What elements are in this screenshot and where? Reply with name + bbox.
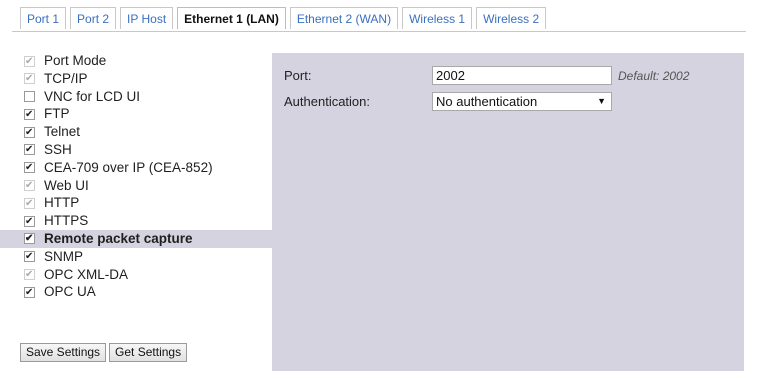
service-item-telnet[interactable]: Telnet bbox=[22, 123, 272, 141]
service-item-web-ui[interactable]: Web UI bbox=[22, 177, 272, 195]
tab-bar: Port 1 Port 2 IP Host Ethernet 1 (LAN) E… bbox=[20, 7, 547, 31]
service-item-port-mode[interactable]: Port Mode bbox=[22, 52, 272, 70]
settings-panel: Port: 2002 Default: 2002 Authentication:… bbox=[272, 53, 744, 371]
checkbox-icon[interactable] bbox=[24, 53, 35, 70]
save-settings-button[interactable]: Save Settings bbox=[20, 343, 107, 362]
port-default-hint: Default: 2002 bbox=[618, 69, 690, 83]
service-item-http[interactable]: HTTP bbox=[22, 194, 272, 213]
authentication-select[interactable]: No authentication ▼ bbox=[432, 92, 612, 111]
service-item-ftp[interactable]: FTP bbox=[22, 105, 272, 124]
port-input[interactable]: 2002 bbox=[432, 66, 612, 85]
dropdown-arrow-icon: ▼ bbox=[597, 96, 606, 106]
service-label: OPC UA bbox=[44, 284, 96, 300]
service-label: VNC for LCD UI bbox=[44, 88, 141, 104]
service-item-cea-709[interactable]: CEA-709 over IP (CEA-852) bbox=[22, 159, 272, 177]
button-row: Save Settings Get Settings bbox=[20, 343, 188, 362]
authentication-label: Authentication: bbox=[284, 94, 371, 109]
service-label: HTTP bbox=[44, 195, 80, 211]
service-label: Telnet bbox=[44, 124, 81, 140]
service-label: SSH bbox=[44, 141, 72, 157]
service-label: Web UI bbox=[44, 177, 89, 193]
tab-port-2[interactable]: Port 2 bbox=[70, 7, 117, 29]
tab-ethernet-1-lan[interactable]: Ethernet 1 (LAN) bbox=[177, 7, 286, 29]
service-label: Remote packet capture bbox=[44, 230, 193, 246]
service-item-vnc-lcd-ui[interactable]: VNC for LCD UI bbox=[22, 88, 272, 106]
service-item-ssh[interactable]: SSH bbox=[22, 141, 272, 159]
checkbox-icon[interactable] bbox=[24, 177, 35, 195]
service-item-snmp[interactable]: SNMP bbox=[22, 248, 272, 266]
checkbox-icon[interactable] bbox=[24, 248, 35, 266]
tab-ip-host[interactable]: IP Host bbox=[120, 7, 174, 29]
service-label: TCP/IP bbox=[44, 70, 88, 86]
tab-port-1[interactable]: Port 1 bbox=[20, 7, 67, 29]
checkbox-icon[interactable] bbox=[24, 195, 35, 213]
tab-wireless-2[interactable]: Wireless 2 bbox=[476, 7, 547, 29]
checkbox-icon[interactable] bbox=[24, 91, 35, 103]
checkbox-icon[interactable] bbox=[24, 284, 35, 302]
tab-ethernet-2-wan[interactable]: Ethernet 2 (WAN) bbox=[289, 7, 399, 29]
service-label: SNMP bbox=[44, 248, 84, 264]
port-label: Port: bbox=[284, 68, 312, 83]
checkbox-icon[interactable] bbox=[24, 230, 35, 248]
service-label: Port Mode bbox=[44, 53, 107, 68]
tab-divider bbox=[12, 31, 746, 32]
service-item-opc-ua[interactable]: OPC UA bbox=[22, 283, 272, 302]
service-item-remote-packet-capture[interactable]: Remote packet capture bbox=[0, 229, 272, 248]
authentication-value: No authentication bbox=[436, 94, 538, 109]
checkbox-icon[interactable] bbox=[24, 70, 35, 88]
service-list: Port Mode TCP/IP VNC for LCD UI FTP Teln… bbox=[0, 52, 272, 302]
checkbox-icon[interactable] bbox=[24, 266, 35, 284]
checkbox-icon[interactable] bbox=[24, 141, 35, 159]
service-label: OPC XML-DA bbox=[44, 266, 129, 282]
service-item-https[interactable]: HTTPS bbox=[22, 212, 272, 230]
service-item-opc-xml-da[interactable]: OPC XML-DA bbox=[22, 266, 272, 284]
service-label: HTTPS bbox=[44, 213, 89, 229]
service-label: FTP bbox=[44, 106, 70, 122]
get-settings-button[interactable]: Get Settings bbox=[109, 343, 188, 362]
checkbox-icon[interactable] bbox=[24, 213, 35, 230]
service-item-tcp-ip[interactable]: TCP/IP bbox=[22, 70, 272, 88]
checkbox-icon[interactable] bbox=[24, 159, 35, 177]
tab-wireless-1[interactable]: Wireless 1 bbox=[402, 7, 473, 29]
checkbox-icon[interactable] bbox=[24, 106, 35, 124]
service-label: CEA-709 over IP (CEA-852) bbox=[44, 159, 213, 175]
checkbox-icon[interactable] bbox=[24, 124, 35, 141]
